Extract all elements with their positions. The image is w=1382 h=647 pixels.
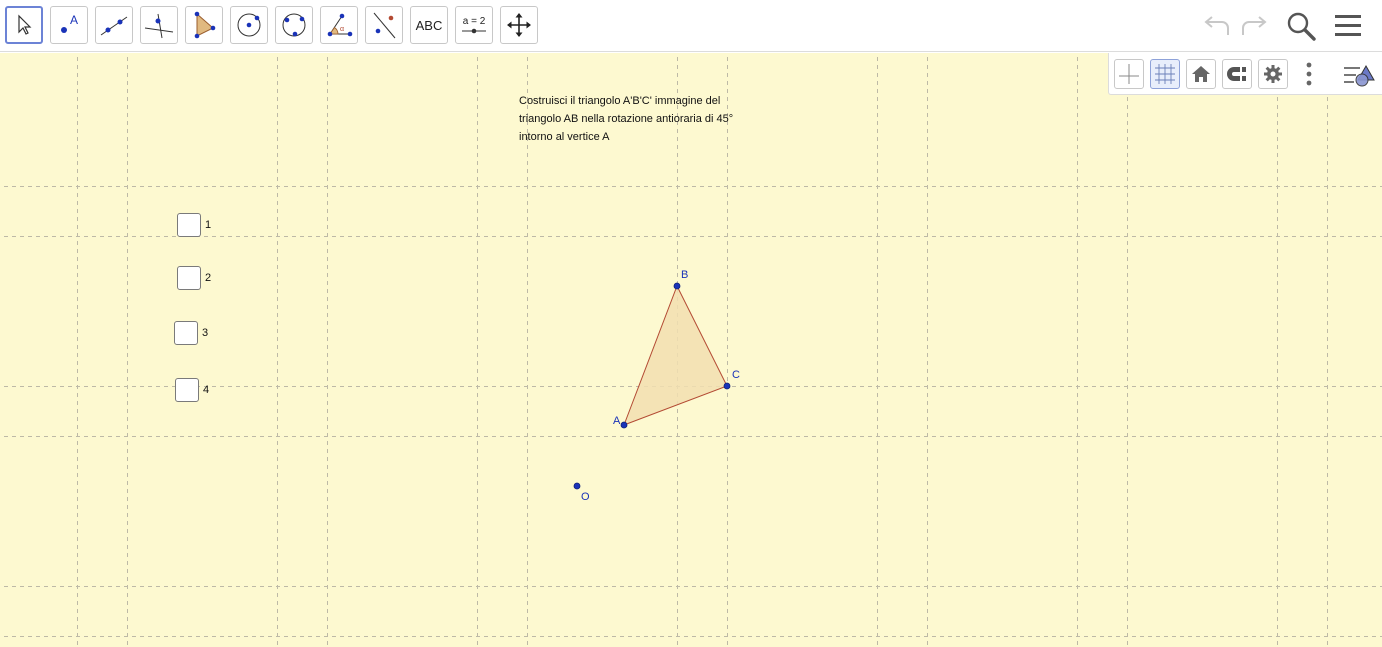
move-graphics-view-tool-button[interactable]: [500, 6, 538, 44]
circle-center-icon: [237, 13, 261, 37]
checkbox-3-box[interactable]: [174, 321, 198, 345]
redo-icon[interactable]: [1238, 10, 1270, 42]
line-icon: [100, 16, 128, 36]
more-options-icon[interactable]: [1299, 61, 1319, 87]
grid-icon: [1155, 64, 1175, 84]
axes-toggle-button[interactable]: [1114, 59, 1144, 89]
point-capturing-button[interactable]: [1222, 59, 1252, 89]
graphics-style-bar: [1108, 53, 1382, 95]
point-b-label: B: [681, 269, 689, 281]
checkbox-3[interactable]: 3: [174, 321, 208, 345]
checkbox-2-label: 2: [205, 272, 212, 284]
standard-view-button[interactable]: [1186, 59, 1216, 89]
angle-icon: α: [327, 13, 353, 37]
perpendicular-line-tool-button[interactable]: [140, 6, 178, 44]
checkbox-4-box[interactable]: [175, 378, 199, 402]
point-a-label: A: [613, 415, 621, 427]
point-tool-label: A: [70, 13, 78, 27]
checkbox-1-label: 1: [205, 219, 212, 231]
checkbox-4[interactable]: 4: [175, 378, 209, 402]
instructions-line-2: triangolo AB nella rotazione antioraria …: [519, 113, 734, 125]
instructions-line-3: intorno al vertice A: [519, 131, 610, 143]
reflect-about-line-tool-button[interactable]: [365, 6, 403, 44]
checkbox-1[interactable]: 1: [177, 213, 211, 237]
text-tool-label: ABC: [415, 17, 443, 33]
magnet-icon: [1227, 67, 1246, 81]
circle-center-point-tool-button[interactable]: [230, 6, 268, 44]
checkbox-4-label: 4: [203, 384, 210, 396]
angle-tool-button[interactable]: α: [320, 6, 358, 44]
toggle-style-bar-icon[interactable]: [1341, 61, 1377, 89]
instructions-text: Costruisci il triangolo A'B'C' immagine …: [519, 92, 769, 146]
axes-icon: [1119, 64, 1139, 84]
grid-toggle-button[interactable]: [1150, 59, 1180, 89]
polygon-icon: [194, 11, 216, 39]
instructions-line-1: Costruisci il triangolo A'B'C' immagine …: [519, 95, 721, 107]
menu-icon[interactable]: [1332, 10, 1364, 42]
graphics-settings-button[interactable]: [1258, 59, 1288, 89]
svg-text:α: α: [340, 26, 344, 33]
move-arrows-icon: [507, 13, 531, 37]
circle-three-points-tool-button[interactable]: [275, 6, 313, 44]
arrow-cursor-icon: [18, 14, 32, 35]
point-c-label: C: [732, 369, 740, 381]
text-tool-button[interactable]: ABC: [410, 6, 448, 44]
slider-icon: [462, 28, 486, 33]
point-tool-button[interactable]: A: [50, 6, 88, 44]
point-o-label: O: [581, 491, 590, 503]
checkbox-2-box[interactable]: [177, 266, 201, 290]
undo-icon[interactable]: [1201, 10, 1233, 42]
reflect-line-icon: [373, 12, 396, 39]
polygon-tool-button[interactable]: [185, 6, 223, 44]
checkbox-2[interactable]: 2: [177, 266, 211, 290]
checkbox-3-label: 3: [202, 327, 209, 339]
checkbox-1-box[interactable]: [177, 213, 201, 237]
point-icon: A: [61, 13, 78, 33]
line-tool-button[interactable]: [95, 6, 133, 44]
perpendicular-line-icon: [144, 13, 174, 39]
slider-tool-label: a = 2: [462, 15, 486, 27]
circle-three-points-icon: [282, 13, 306, 37]
main-toolbar: A α ABC a = 2: [0, 0, 1382, 52]
search-icon[interactable]: [1285, 10, 1317, 42]
move-tool-button[interactable]: [5, 6, 43, 44]
gear-icon: [1264, 65, 1282, 83]
home-icon: [1192, 66, 1210, 82]
slider-tool-button[interactable]: a = 2: [455, 6, 493, 44]
